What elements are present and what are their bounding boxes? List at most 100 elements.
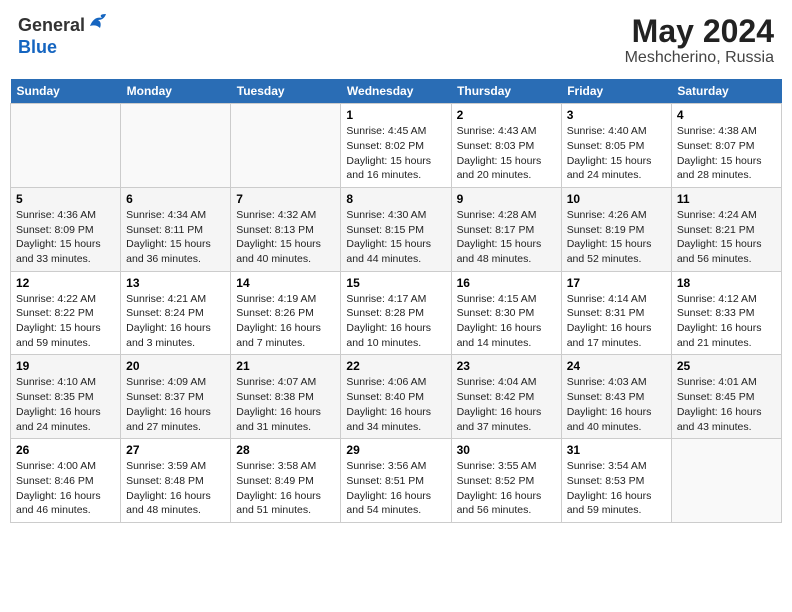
day-info-line: Sunrise: 4:30 AM bbox=[346, 208, 445, 223]
day-info-line: Daylight: 16 hours bbox=[567, 321, 666, 336]
day-info-line: Daylight: 15 hours bbox=[457, 154, 556, 169]
header-row: SundayMondayTuesdayWednesdayThursdayFrid… bbox=[11, 79, 782, 104]
day-info-line: and 59 minutes. bbox=[567, 503, 666, 518]
day-info-line: Sunrise: 4:07 AM bbox=[236, 375, 335, 390]
week-row-3: 12Sunrise: 4:22 AMSunset: 8:22 PMDayligh… bbox=[11, 271, 782, 355]
day-number: 16 bbox=[457, 276, 556, 290]
day-number: 31 bbox=[567, 443, 666, 457]
day-cell: 18Sunrise: 4:12 AMSunset: 8:33 PMDayligh… bbox=[671, 271, 781, 355]
day-info-line: and 51 minutes. bbox=[236, 503, 335, 518]
page-header: General Blue May 2024 Meshcherino, Russi… bbox=[10, 10, 782, 71]
day-info-line: Daylight: 16 hours bbox=[126, 321, 225, 336]
day-number: 10 bbox=[567, 192, 666, 206]
day-info-line: Sunset: 8:03 PM bbox=[457, 139, 556, 154]
day-cell bbox=[121, 104, 231, 188]
day-info-line: and 10 minutes. bbox=[346, 336, 445, 351]
day-cell: 12Sunrise: 4:22 AMSunset: 8:22 PMDayligh… bbox=[11, 271, 121, 355]
day-number: 25 bbox=[677, 359, 776, 373]
day-info-line: Sunset: 8:42 PM bbox=[457, 390, 556, 405]
day-info-line: Sunset: 8:51 PM bbox=[346, 474, 445, 489]
day-info-line: Daylight: 15 hours bbox=[346, 154, 445, 169]
day-cell: 7Sunrise: 4:32 AMSunset: 8:13 PMDaylight… bbox=[231, 187, 341, 271]
day-info-line: Daylight: 15 hours bbox=[567, 237, 666, 252]
day-info-line: Daylight: 15 hours bbox=[567, 154, 666, 169]
day-cell: 3Sunrise: 4:40 AMSunset: 8:05 PMDaylight… bbox=[561, 104, 671, 188]
header-day-tuesday: Tuesday bbox=[231, 79, 341, 104]
day-info-line: Daylight: 16 hours bbox=[126, 405, 225, 420]
day-info-line: Sunset: 8:28 PM bbox=[346, 306, 445, 321]
title-block: May 2024 Meshcherino, Russia bbox=[625, 14, 774, 67]
day-info-line: and 17 minutes. bbox=[567, 336, 666, 351]
day-cell: 24Sunrise: 4:03 AMSunset: 8:43 PMDayligh… bbox=[561, 355, 671, 439]
day-cell: 17Sunrise: 4:14 AMSunset: 8:31 PMDayligh… bbox=[561, 271, 671, 355]
day-info-line: Sunrise: 4:45 AM bbox=[346, 124, 445, 139]
day-info-line: Daylight: 16 hours bbox=[457, 321, 556, 336]
day-info-line: and 43 minutes. bbox=[677, 420, 776, 435]
day-info-line: Sunset: 8:37 PM bbox=[126, 390, 225, 405]
day-cell bbox=[231, 104, 341, 188]
day-number: 4 bbox=[677, 108, 776, 122]
day-info-line: Sunset: 8:45 PM bbox=[677, 390, 776, 405]
day-info-line: and 59 minutes. bbox=[16, 336, 115, 351]
week-row-2: 5Sunrise: 4:36 AMSunset: 8:09 PMDaylight… bbox=[11, 187, 782, 271]
day-info-line: and 20 minutes. bbox=[457, 168, 556, 183]
day-cell bbox=[671, 439, 781, 523]
day-info-line: Sunrise: 4:06 AM bbox=[346, 375, 445, 390]
header-day-friday: Friday bbox=[561, 79, 671, 104]
day-info-line: and 33 minutes. bbox=[16, 252, 115, 267]
day-info-line: Sunset: 8:19 PM bbox=[567, 223, 666, 238]
header-day-saturday: Saturday bbox=[671, 79, 781, 104]
day-info-line: and 48 minutes. bbox=[126, 503, 225, 518]
day-info-line: Daylight: 16 hours bbox=[346, 489, 445, 504]
day-cell: 1Sunrise: 4:45 AMSunset: 8:02 PMDaylight… bbox=[341, 104, 451, 188]
day-number: 13 bbox=[126, 276, 225, 290]
day-info-line: Sunset: 8:33 PM bbox=[677, 306, 776, 321]
day-info-line: Sunset: 8:02 PM bbox=[346, 139, 445, 154]
day-number: 29 bbox=[346, 443, 445, 457]
day-cell: 20Sunrise: 4:09 AMSunset: 8:37 PMDayligh… bbox=[121, 355, 231, 439]
day-info-line: Sunrise: 4:40 AM bbox=[567, 124, 666, 139]
day-number: 20 bbox=[126, 359, 225, 373]
day-number: 9 bbox=[457, 192, 556, 206]
day-info-line: Sunrise: 4:24 AM bbox=[677, 208, 776, 223]
day-number: 7 bbox=[236, 192, 335, 206]
day-info-line: Daylight: 16 hours bbox=[677, 405, 776, 420]
day-info-line: Sunrise: 4:03 AM bbox=[567, 375, 666, 390]
day-info-line: Daylight: 15 hours bbox=[677, 154, 776, 169]
day-info-line: Sunset: 8:15 PM bbox=[346, 223, 445, 238]
day-info-line: and 40 minutes. bbox=[567, 420, 666, 435]
week-row-1: 1Sunrise: 4:45 AMSunset: 8:02 PMDaylight… bbox=[11, 104, 782, 188]
day-cell: 5Sunrise: 4:36 AMSunset: 8:09 PMDaylight… bbox=[11, 187, 121, 271]
week-row-5: 26Sunrise: 4:00 AMSunset: 8:46 PMDayligh… bbox=[11, 439, 782, 523]
day-info-line: Daylight: 16 hours bbox=[346, 321, 445, 336]
day-cell: 19Sunrise: 4:10 AMSunset: 8:35 PMDayligh… bbox=[11, 355, 121, 439]
day-info-line: Sunset: 8:21 PM bbox=[677, 223, 776, 238]
day-info-line: Daylight: 16 hours bbox=[16, 489, 115, 504]
day-info-line: Daylight: 16 hours bbox=[567, 489, 666, 504]
day-info-line: Sunrise: 4:00 AM bbox=[16, 459, 115, 474]
day-cell: 28Sunrise: 3:58 AMSunset: 8:49 PMDayligh… bbox=[231, 439, 341, 523]
day-info-line: Sunset: 8:52 PM bbox=[457, 474, 556, 489]
day-cell bbox=[11, 104, 121, 188]
day-info-line: and 56 minutes. bbox=[457, 503, 556, 518]
day-info-line: and 24 minutes. bbox=[567, 168, 666, 183]
day-info-line: and 24 minutes. bbox=[16, 420, 115, 435]
day-number: 19 bbox=[16, 359, 115, 373]
day-info-line: Daylight: 16 hours bbox=[236, 321, 335, 336]
day-info-line: and 48 minutes. bbox=[457, 252, 556, 267]
day-info-line: Sunrise: 4:04 AM bbox=[457, 375, 556, 390]
day-cell: 6Sunrise: 4:34 AMSunset: 8:11 PMDaylight… bbox=[121, 187, 231, 271]
day-info-line: Sunrise: 4:32 AM bbox=[236, 208, 335, 223]
day-info-line: Sunrise: 4:22 AM bbox=[16, 292, 115, 307]
day-info-line: and 14 minutes. bbox=[457, 336, 556, 351]
day-info-line: Daylight: 16 hours bbox=[567, 405, 666, 420]
header-day-monday: Monday bbox=[121, 79, 231, 104]
day-info-line: Sunrise: 4:36 AM bbox=[16, 208, 115, 223]
day-cell: 13Sunrise: 4:21 AMSunset: 8:24 PMDayligh… bbox=[121, 271, 231, 355]
day-number: 17 bbox=[567, 276, 666, 290]
day-info-line: Daylight: 15 hours bbox=[16, 321, 115, 336]
day-info-line: Daylight: 16 hours bbox=[346, 405, 445, 420]
day-cell: 27Sunrise: 3:59 AMSunset: 8:48 PMDayligh… bbox=[121, 439, 231, 523]
day-cell: 2Sunrise: 4:43 AMSunset: 8:03 PMDaylight… bbox=[451, 104, 561, 188]
day-info-line: Sunrise: 4:17 AM bbox=[346, 292, 445, 307]
